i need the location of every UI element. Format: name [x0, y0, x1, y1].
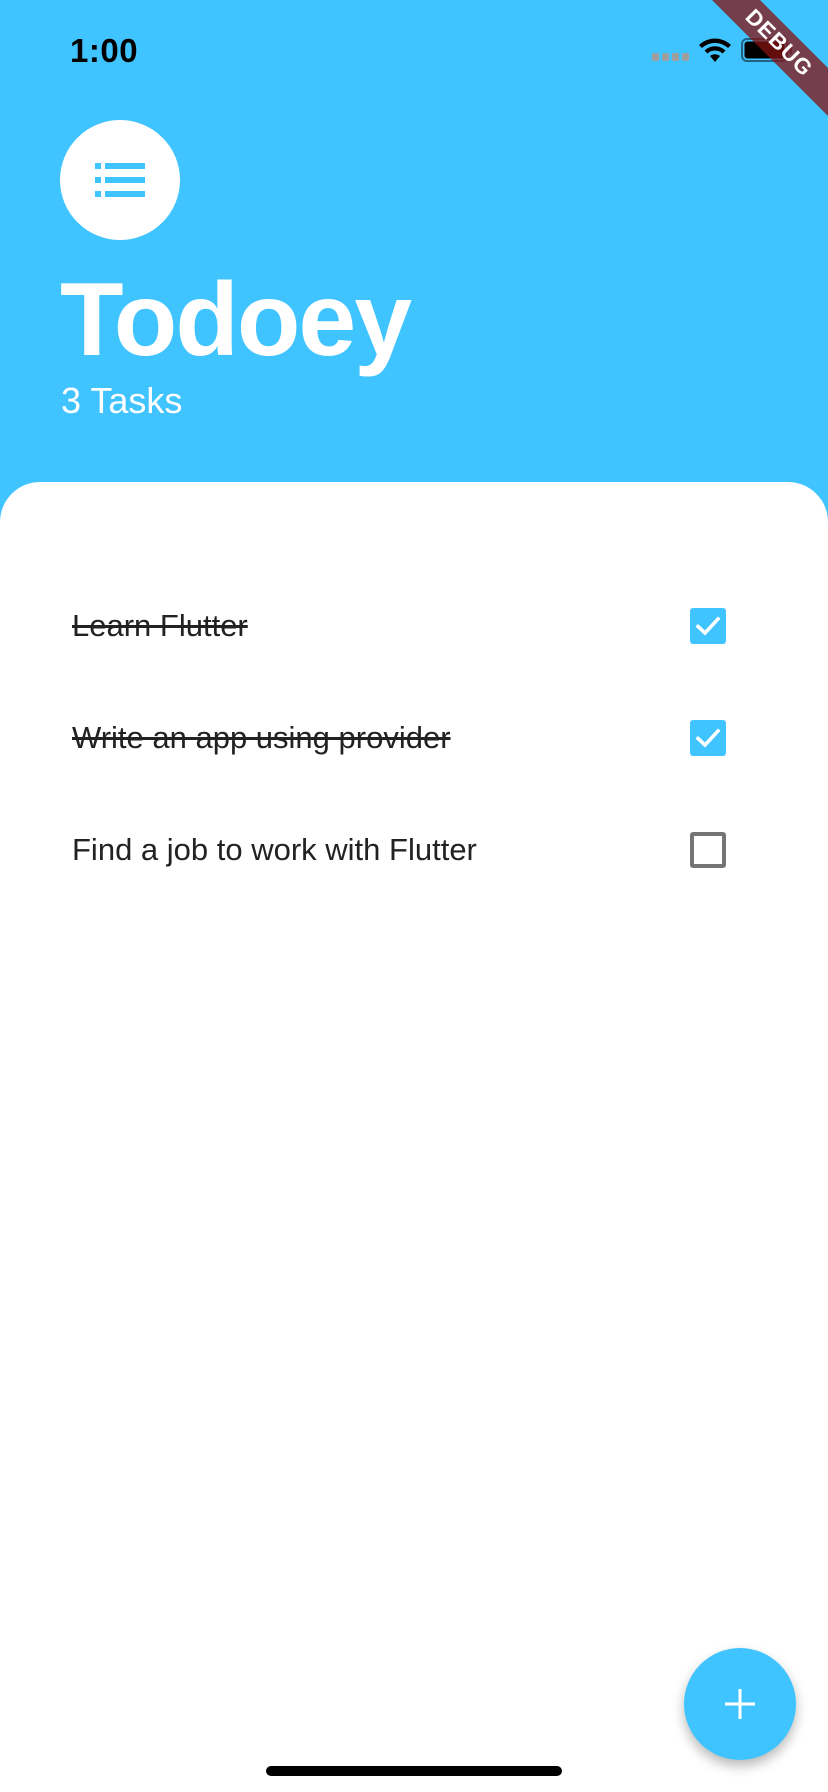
- task-checkbox[interactable]: [690, 832, 726, 868]
- task-list: Learn Flutter Write an app using provide…: [0, 570, 828, 906]
- task-checkbox[interactable]: [690, 608, 726, 644]
- list-icon: [95, 163, 145, 197]
- status-bar: 1:00: [0, 0, 828, 100]
- wifi-icon: [699, 38, 731, 62]
- battery-icon: [741, 38, 792, 62]
- plus-icon: [725, 1689, 755, 1719]
- task-count: 3 Tasks: [61, 380, 183, 421]
- status-time: 1:00: [70, 32, 139, 69]
- header-list-avatar: [60, 120, 180, 240]
- task-label[interactable]: Find a job to work with Flutter: [72, 832, 477, 868]
- app-title: Todoey: [60, 262, 412, 378]
- task-checkbox[interactable]: [690, 720, 726, 756]
- task-row[interactable]: Learn Flutter: [0, 570, 828, 682]
- check-icon: [695, 616, 721, 636]
- task-list-panel: Learn Flutter Write an app using provide…: [0, 482, 828, 1792]
- add-task-button[interactable]: [684, 1648, 796, 1760]
- check-icon: [695, 728, 721, 748]
- cellular-signal-icon: [652, 53, 689, 61]
- task-row[interactable]: Find a job to work with Flutter: [0, 794, 828, 906]
- task-row[interactable]: Write an app using provider: [0, 682, 828, 794]
- task-label[interactable]: Learn Flutter: [72, 608, 248, 644]
- home-indicator: [266, 1766, 562, 1776]
- task-label[interactable]: Write an app using provider: [72, 720, 451, 756]
